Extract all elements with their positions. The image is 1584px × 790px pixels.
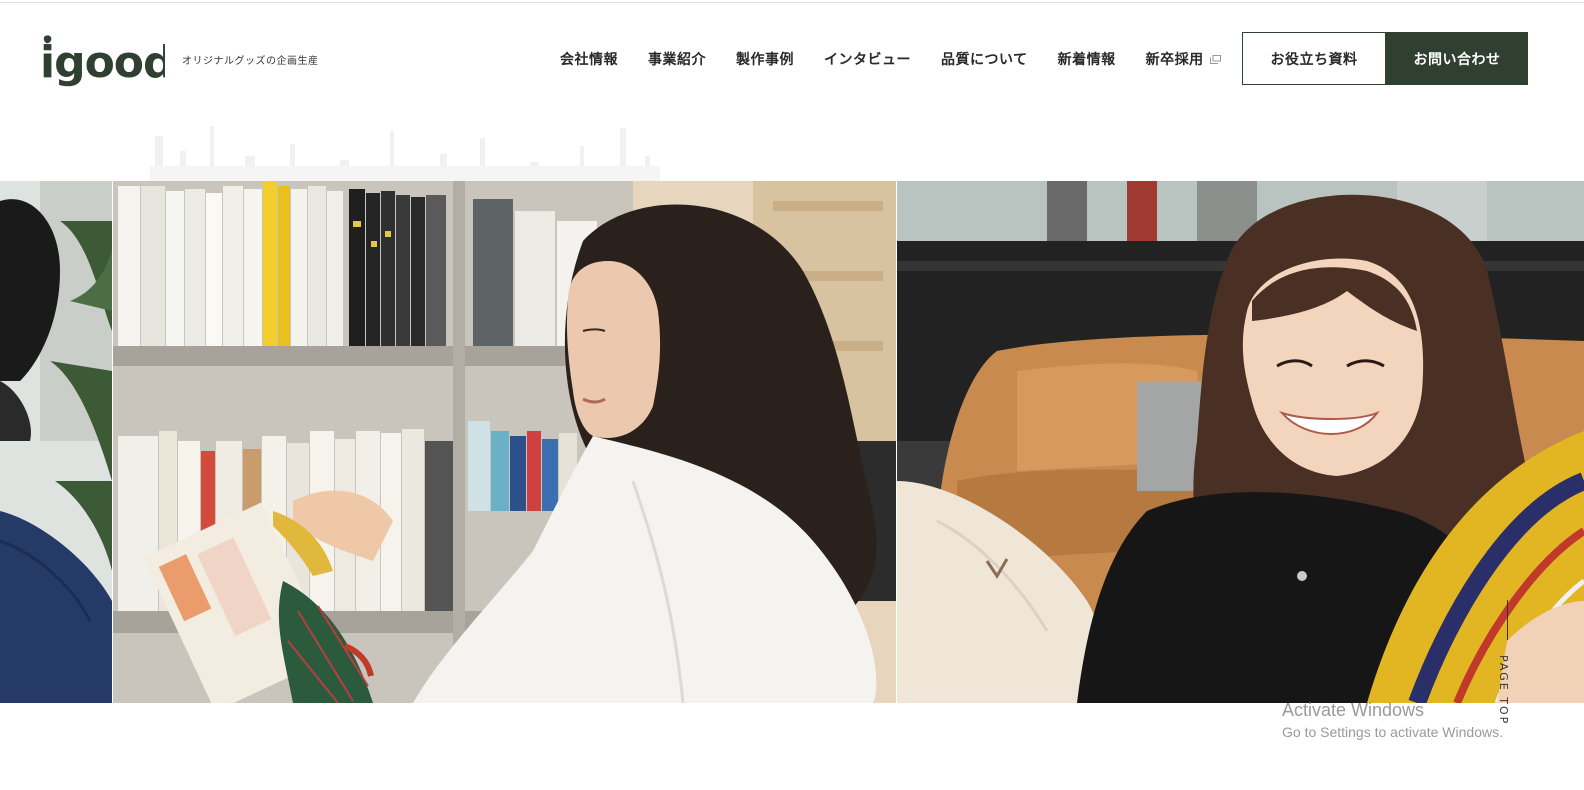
resources-button-label: お役立ち資料	[1270, 51, 1358, 68]
nav-label: インタビュー	[824, 52, 911, 68]
contact-button-label: お問い合わせ	[1413, 51, 1501, 68]
nav-label: 新卒採用	[1145, 52, 1204, 68]
tagline: オリジナルグッズの企画生産	[182, 56, 319, 67]
activate-windows-title: Activate Windows	[1282, 700, 1425, 720]
contact-button[interactable]: お問い合わせ	[1386, 32, 1528, 85]
nav-item-works[interactable]: 製作事例	[736, 49, 794, 69]
photo-woman-smiling	[897, 181, 1584, 703]
nav-item-news[interactable]: 新着情報	[1058, 49, 1116, 69]
nav-item-interview[interactable]: インタビュー	[824, 49, 911, 69]
photo-bookshelf-image	[113, 181, 896, 703]
nav-item-quality[interactable]: 品質について	[941, 49, 1028, 69]
nav-label: 品質について	[941, 52, 1028, 68]
nav-label: 会社情報	[560, 52, 618, 68]
nav-label: 製作事例	[736, 52, 794, 68]
photo-woman-bookshelf	[113, 181, 896, 703]
resources-button[interactable]: お役立ち資料	[1242, 32, 1386, 85]
page-top-line	[1507, 600, 1508, 640]
external-link-icon	[1209, 54, 1221, 64]
photo-man-image	[0, 181, 112, 703]
brush-texture	[150, 116, 660, 182]
nav-label: 新着情報	[1057, 52, 1116, 68]
activate-windows-watermark: Activate Windows Go to Settings to activ…	[1282, 700, 1503, 740]
igoods-logo[interactable]: igoods	[40, 33, 165, 89]
nav-item-business[interactable]: 事業紹介	[648, 49, 706, 69]
nav-item-recruit[interactable]: 新卒採用	[1146, 49, 1221, 69]
photo-smiling-image	[897, 181, 1584, 703]
nav-label: 事業紹介	[648, 52, 706, 68]
site-header: igoods オリジナルグッズの企画生産 会社情報 事業紹介 製作事例 インタビ…	[0, 3, 1584, 115]
nav-item-company[interactable]: 会社情報	[560, 49, 618, 69]
main-nav: 会社情報 事業紹介 製作事例 インタビュー 品質について 新着情報 新卒採用	[560, 49, 1221, 69]
activate-windows-subtitle: Go to Settings to activate Windows.	[1282, 724, 1503, 740]
logo-wordmark: igoods	[40, 37, 165, 88]
photo-man-partial	[0, 181, 112, 703]
